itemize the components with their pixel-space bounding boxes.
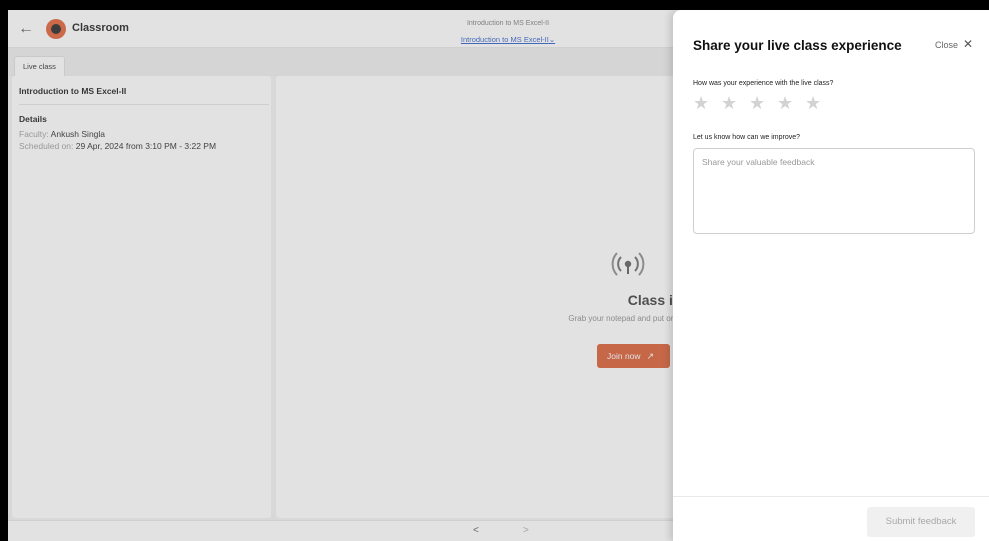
feedback-drawer: Share your live class experience Close ✕… — [673, 10, 989, 541]
star-icon[interactable]: ★ — [749, 94, 767, 112]
submit-feedback-button[interactable]: Submit feedback — [867, 507, 975, 537]
window: ← Classroom Introduction to MS Excel-II … — [8, 10, 989, 541]
drawer-title: Share your live class experience — [693, 38, 902, 53]
close-icon[interactable]: ✕ — [963, 38, 973, 50]
close-button[interactable]: Close — [935, 40, 958, 50]
star-icon[interactable]: ★ — [693, 94, 711, 112]
feedback-input[interactable] — [693, 148, 975, 234]
star-icon[interactable]: ★ — [721, 94, 739, 112]
star-icon[interactable]: ★ — [777, 94, 795, 112]
star-rating[interactable]: ★ ★ ★ ★ ★ — [693, 94, 823, 114]
star-icon[interactable]: ★ — [805, 94, 823, 112]
rating-question: How was your experience with the live cl… — [693, 80, 834, 87]
improve-question: Let us know how can we improve? — [693, 134, 800, 141]
footer-divider — [673, 496, 989, 497]
